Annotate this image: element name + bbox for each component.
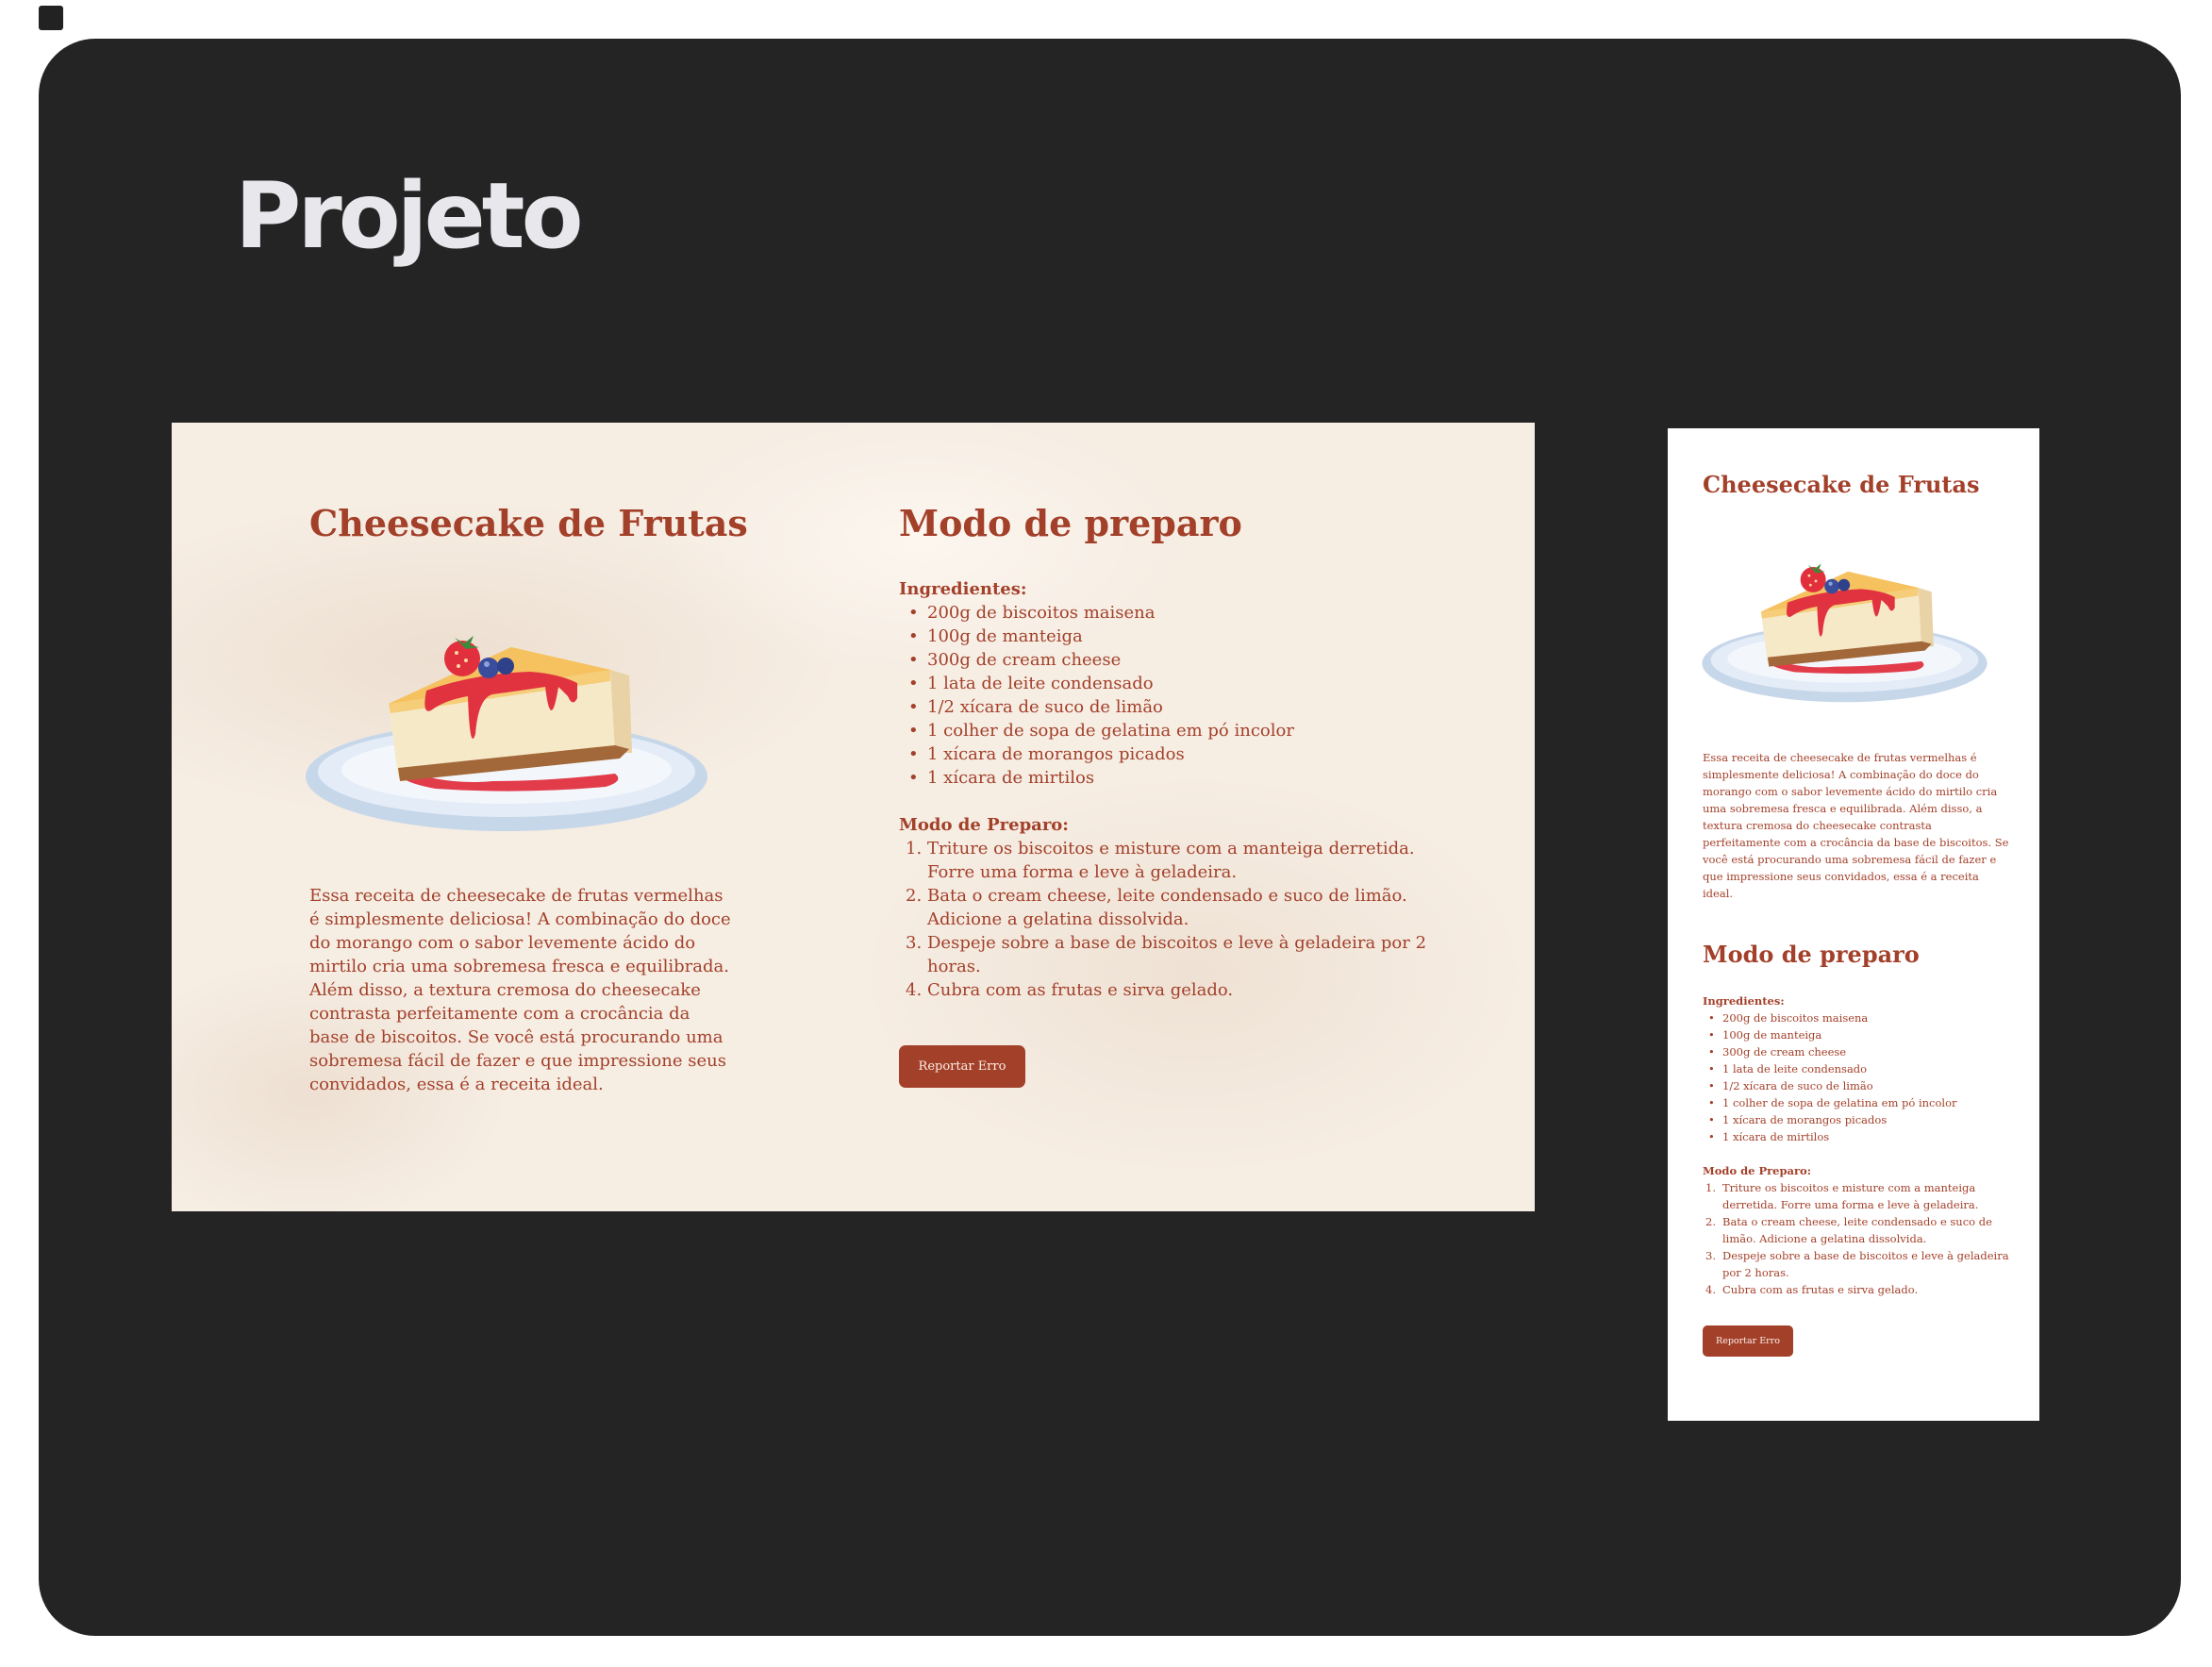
recipe-title: Cheesecake de Frutas [309, 502, 748, 544]
list-item: Triture os biscoitos e misture com a man… [1705, 1179, 1979, 1211]
list-item: Despeje sobre a base de biscoitos e leve… [1705, 1247, 2009, 1279]
list-item: 1 lata de leite condensado [1703, 1060, 2014, 1077]
list-item: 1 xícara de morangos picados [899, 742, 1427, 766]
list-item: 1/2 xícara de suco de limão [899, 695, 1427, 719]
list-item: Cubra com as frutas e sirva gelado. [1705, 1281, 1919, 1298]
list-item: Bata o cream cheese, leite condensado e … [1705, 1213, 1992, 1245]
ingredients-label: Ingredientes: [1703, 994, 1785, 1008]
list-item: 200g de biscoitos maisena [899, 601, 1427, 625]
list-item: 200g de biscoitos maisena [1703, 1009, 2014, 1026]
list-item: 1 xícara de morangos picados [1703, 1111, 2014, 1128]
steps-label: Modo de Preparo: [899, 815, 1069, 835]
cheesecake-image [1702, 563, 1987, 703]
list-item: 1 xícara de mirtilos [1703, 1128, 2014, 1145]
list-item: 1 lata de leite condensado [899, 672, 1427, 695]
frame-handle-icon[interactable] [39, 6, 63, 30]
steps-list: Triture os biscoitos e misture com a man… [1703, 1179, 2014, 1298]
report-error-button[interactable]: Reportar Erro [1703, 1325, 1793, 1357]
list-item: 100g de manteiga [899, 625, 1427, 648]
list-item: 300g de cream cheese [899, 648, 1427, 672]
ingredients-list: 200g de biscoitos maisena 100g de mantei… [1703, 1009, 2014, 1145]
steps-list: Triture os biscoitos e misture com a man… [899, 837, 1427, 1002]
list-item: Bata o cream cheese, leite condensado e … [906, 884, 1407, 929]
list-item: Cubra com as frutas e sirva gelado. [906, 978, 1234, 1002]
desktop-mockup: Cheesecake de Frutas Essa receita de che… [172, 423, 1535, 1211]
ingredients-list: 200g de biscoitos maisena 100g de mantei… [899, 601, 1427, 790]
project-title: Projeto [235, 163, 584, 269]
cheesecake-image [306, 636, 707, 831]
ingredients-label: Ingredientes: [899, 579, 1027, 599]
list-item: 300g de cream cheese [1703, 1043, 2014, 1060]
list-item: 1 colher de sopa de gelatina em pó incol… [899, 719, 1427, 742]
recipe-details: Ingredientes: 200g de biscoitos maisena … [899, 577, 1427, 1002]
section-title: Modo de preparo [899, 502, 1242, 544]
recipe-description: Essa receita de cheesecake de frutas ver… [1703, 751, 2009, 900]
list-item: 100g de manteiga [1703, 1026, 2014, 1043]
list-item: 1 xícara de mirtilos [899, 766, 1427, 790]
recipe-title: Cheesecake de Frutas [1703, 471, 1980, 498]
section-title: Modo de preparo [1703, 941, 1920, 968]
mobile-mockup: Cheesecake de Frutas Essa receita de che… [1668, 428, 2039, 1421]
list-item: 1 colher de sopa de gelatina em pó incol… [1703, 1094, 2014, 1111]
report-error-button[interactable]: Reportar Erro [899, 1045, 1025, 1088]
list-item: 1/2 xícara de suco de limão [1703, 1077, 2014, 1094]
design-canvas: Projeto Cheesecake de Frutas Essa receit… [39, 39, 2181, 1636]
recipe-description: Essa receita de cheesecake de frutas ver… [309, 886, 731, 1094]
steps-label: Modo de Preparo: [1703, 1164, 1811, 1177]
recipe-details: Ingredientes: 200g de biscoitos maisena … [1703, 992, 2014, 1298]
list-item: Triture os biscoitos e misture com a man… [906, 837, 1415, 882]
list-item: Despeje sobre a base de biscoitos e leve… [906, 931, 1427, 976]
